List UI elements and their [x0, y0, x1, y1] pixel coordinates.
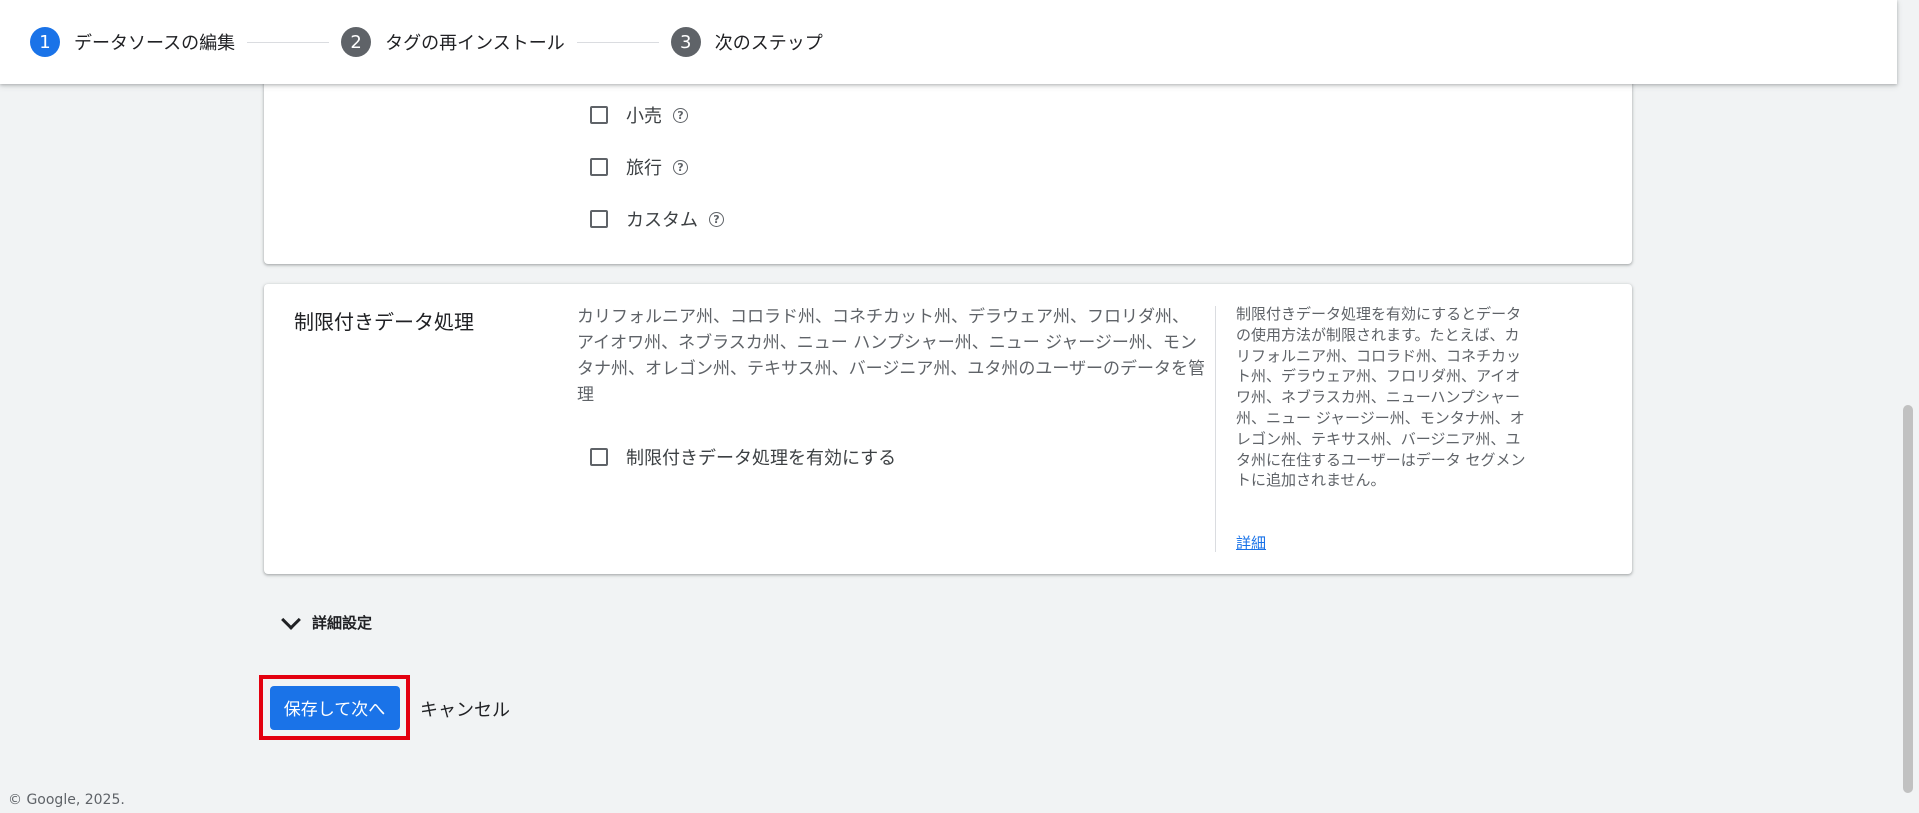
save-and-next-button[interactable]: 保存して次へ: [269, 685, 400, 730]
step-3[interactable]: 3 次のステップ: [670, 27, 823, 57]
rdp-checkbox[interactable]: [590, 448, 608, 466]
help-icon[interactable]: ?: [673, 107, 688, 123]
advanced-settings-label: 詳細設定: [312, 614, 373, 632]
travel-label: 旅行: [626, 158, 662, 179]
step-3-label: 次のステップ: [714, 33, 823, 54]
chevron-down-icon: [281, 609, 301, 630]
option-custom: カスタム ?: [590, 206, 724, 232]
industry-category-card: 小売 ? 旅行 ? カスタム ?: [264, 60, 1632, 264]
step-2-label: タグの再インストール: [385, 33, 565, 54]
rdp-help-text: 制限付きデータ処理を有効にするとデータの使用方法が制限されます。たとえば、カリフ…: [1236, 305, 1526, 490]
rdp-description: カリフォルニア州、コロラド州、コネチカット州、デラウェア州、フロリダ州、アイオワ…: [577, 307, 1205, 405]
option-retail: 小売 ?: [590, 102, 688, 128]
help-icon[interactable]: ?: [709, 211, 724, 227]
retail-checkbox[interactable]: [590, 106, 608, 124]
copyright: © Google, 2025.: [8, 792, 125, 808]
step-1-label: データソースの編集: [74, 33, 236, 54]
step-2[interactable]: 2 タグの再インストール: [341, 27, 565, 57]
advanced-settings-toggle[interactable]: 詳細設定: [281, 609, 373, 633]
rdp-option: 制限付きデータ処理を有効にする: [590, 444, 896, 470]
cancel-button[interactable]: キャンセル: [420, 696, 510, 722]
stepper-header: 1 データソースの編集 2 タグの再インストール 3 次のステップ: [0, 0, 1897, 84]
step-connector: [247, 41, 330, 43]
step-3-number: 3: [670, 27, 701, 57]
custom-checkbox[interactable]: [590, 210, 608, 228]
rdp-checkbox-label: 制限付きデータ処理を有効にする: [626, 448, 897, 469]
retail-label: 小売: [626, 106, 662, 127]
option-travel: 旅行 ?: [590, 154, 688, 180]
step-1-number: 1: [30, 27, 60, 57]
step-2-number: 2: [341, 27, 372, 57]
help-icon[interactable]: ?: [673, 159, 688, 175]
highlight-box: 保存して次へ: [259, 675, 410, 740]
learn-more-link[interactable]: 詳細: [1236, 532, 1266, 553]
custom-label: カスタム: [626, 210, 698, 231]
restricted-data-processing-card: 制限付きデータ処理 カリフォルニア州、コロラド州、コネチカット州、デラウェア州、…: [264, 284, 1632, 574]
travel-checkbox[interactable]: [590, 158, 608, 176]
scrollbar[interactable]: [1897, 0, 1919, 813]
step-connector: [576, 41, 659, 43]
rdp-title: 制限付きデータ処理: [294, 310, 474, 334]
step-1[interactable]: 1 データソースの編集: [30, 27, 235, 57]
vertical-divider: [1215, 306, 1216, 552]
scrollbar-thumb[interactable]: [1903, 405, 1913, 793]
